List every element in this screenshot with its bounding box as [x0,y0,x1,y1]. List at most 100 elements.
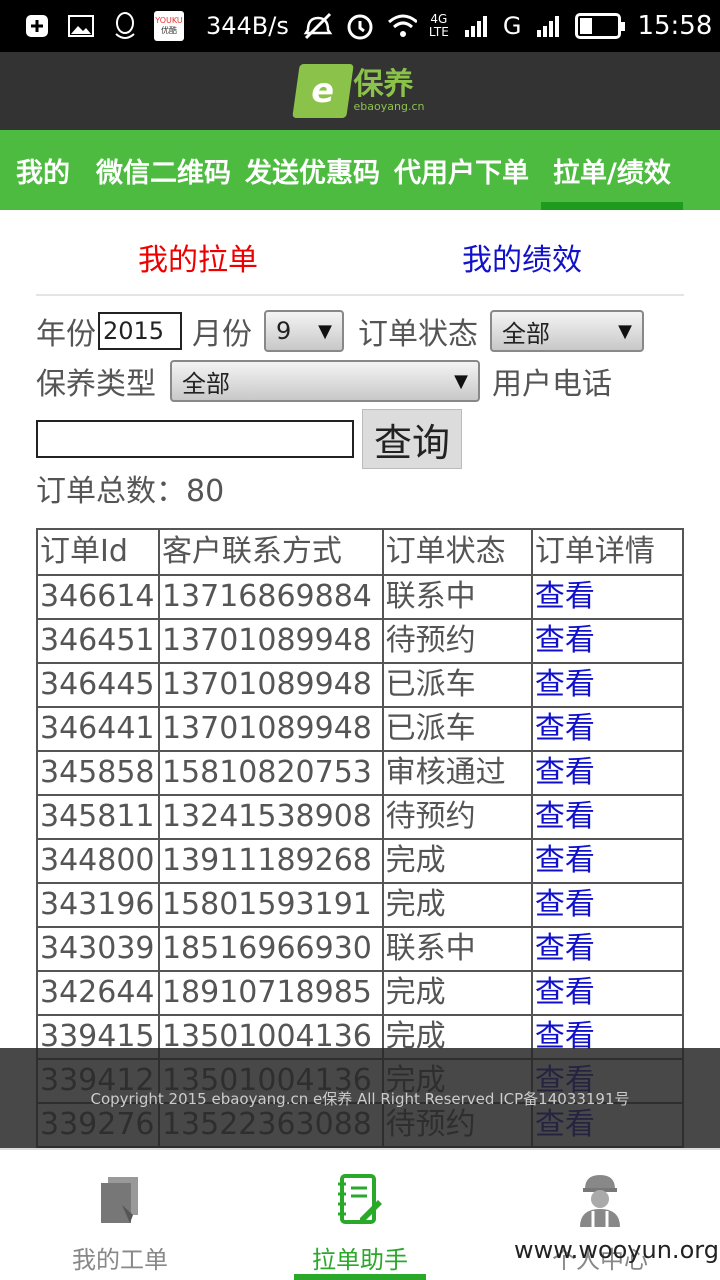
col-header-details: 订单详情 [530,528,685,576]
main-nav: 我的 微信二维码 发送优惠码 代用户下单 拉单/绩效 [0,130,720,210]
battery-icon [575,13,626,39]
dropdown-arrow-icon: ▼ [318,320,332,342]
view-details-link[interactable]: 查看 [530,574,685,620]
status-cell: 审核通过 [381,750,533,796]
table-row: 346441 13701089948 已派车 查看 [36,706,685,752]
qq-notification-icon [110,11,140,41]
order-id-cell: 342644 [36,970,160,1016]
contact-cell: 15810820753 [157,750,384,796]
query-button[interactable]: 查询 [362,409,462,469]
logo-mark-icon: e [291,64,354,118]
nav-tab-send-coupon[interactable]: 发送优惠码 [245,130,380,210]
dropdown-arrow-icon: ▼ [454,370,468,392]
status-cell: 联系中 [381,574,533,620]
nav-tab-mine[interactable]: 我的 [16,130,70,210]
order-status-select-value: 全部 [502,319,550,348]
logo: e 保养 ebaoyang.cn [291,64,425,118]
document-icon [90,1170,150,1230]
subtab-my-orders[interactable]: 我的拉单 [36,230,360,294]
app-header: e 保养 ebaoyang.cn [0,52,720,130]
clock: 15:58 [637,11,713,41]
year-input[interactable]: 2015 [98,312,182,350]
logo-cn-text: 保养 [353,67,414,102]
tab-my-work-orders[interactable]: 我的工单 [0,1150,240,1280]
view-details-link[interactable]: 查看 [530,662,685,708]
mute-icon [303,11,333,41]
nav-tab-orders-performance[interactable]: 拉单/绩效 [541,130,683,210]
sub-tabs: 我的拉单 我的绩效 [36,230,684,296]
year-label: 年份 [36,317,96,352]
status-bar: YOUKU 优酷 344B/s 4G LTE G 15:58 [0,0,720,52]
col-header-order-id: 订单Id [36,528,160,576]
order-id-cell: 346441 [36,706,160,752]
contact-cell: 15801593191 [157,882,384,928]
alarm-icon [345,11,375,41]
table-row: 343196 15801593191 完成 查看 [36,882,685,928]
order-id-cell: 343039 [36,926,160,972]
contact-cell: 13701089948 [157,706,384,752]
youku-notification-icon: YOUKU 优酷 [154,11,184,41]
col-header-contact: 客户联系方式 [157,528,384,576]
contact-cell: 13716869884 [157,574,384,620]
order-id-cell: 345858 [36,750,160,796]
tab-label: 拉单助手 [312,1246,408,1274]
view-details-link[interactable]: 查看 [530,970,685,1016]
watermark: www.wooyun.org [514,1236,719,1264]
contact-cell: 13911189268 [157,838,384,884]
order-status-label: 订单状态 [358,317,478,352]
signal-icon-1 [461,11,491,41]
view-details-link[interactable]: 查看 [530,794,685,840]
order-total: 订单总数：80 [36,474,225,509]
user-phone-input[interactable] [36,420,354,458]
table-row: 344800 13911189268 完成 查看 [36,838,685,884]
contact-cell: 13241538908 [157,794,384,840]
order-id-cell: 346614 [36,574,160,620]
subtab-my-performance[interactable]: 我的绩效 [360,230,684,294]
service-type-label: 保养类型 [36,367,156,402]
view-details-link[interactable]: 查看 [530,882,685,928]
notebook-pen-icon [330,1170,390,1230]
order-id-cell: 346451 [36,618,160,664]
table-row: 346445 13701089948 已派车 查看 [36,662,685,708]
view-details-link[interactable]: 查看 [530,838,685,884]
status-cell: 已派车 [381,662,533,708]
order-id-cell: 344800 [36,838,160,884]
tab-order-assistant[interactable]: 拉单助手 [240,1150,480,1280]
view-details-link[interactable]: 查看 [530,618,685,664]
table-row: 346614 13716869884 联系中 查看 [36,574,685,620]
nav-tab-wechat-qrcode[interactable]: 微信二维码 [96,130,231,210]
month-select-value: 9 [276,317,292,345]
status-cell: 完成 [381,882,533,928]
contact-cell: 18516966930 [157,926,384,972]
nav-tab-order-for-user[interactable]: 代用户下单 [394,130,529,210]
col-header-status: 订单状态 [381,528,533,576]
contact-cell: 18910718985 [157,970,384,1016]
network-speed: 344B/s [206,12,289,40]
logo-en-text: ebaoyang.cn [353,100,425,113]
status-cell: 完成 [381,838,533,884]
order-id-cell: 345811 [36,794,160,840]
table-row: 342644 18910718985 完成 查看 [36,970,685,1016]
month-select[interactable]: 9 ▼ [264,310,344,352]
table-row: 345858 15810820753 审核通过 查看 [36,750,685,796]
service-type-select[interactable]: 全部 ▼ [170,360,480,402]
status-cell: 待预约 [381,794,533,840]
wifi-icon [387,11,417,41]
contact-cell: 13701089948 [157,618,384,664]
order-status-select[interactable]: 全部 ▼ [490,310,644,352]
signal-icon-2 [533,11,563,41]
status-cell: 联系中 [381,926,533,972]
table-row: 343039 18516966930 联系中 查看 [36,926,685,972]
status-cell: 待预约 [381,618,533,664]
view-details-link[interactable]: 查看 [530,926,685,972]
copyright-bar: Copyright 2015 ebaoyang.cn e保养 All Right… [0,1048,720,1148]
tab-label: 我的工单 [72,1246,168,1274]
status-cell: 已派车 [381,706,533,752]
view-details-link[interactable]: 查看 [530,706,685,752]
order-id-cell: 343196 [36,882,160,928]
mechanic-icon [570,1170,630,1230]
view-details-link[interactable]: 查看 [530,750,685,796]
plus-notification-icon [22,11,52,41]
table-row: 346451 13701089948 待预约 查看 [36,618,685,664]
dropdown-arrow-icon: ▼ [618,320,632,342]
